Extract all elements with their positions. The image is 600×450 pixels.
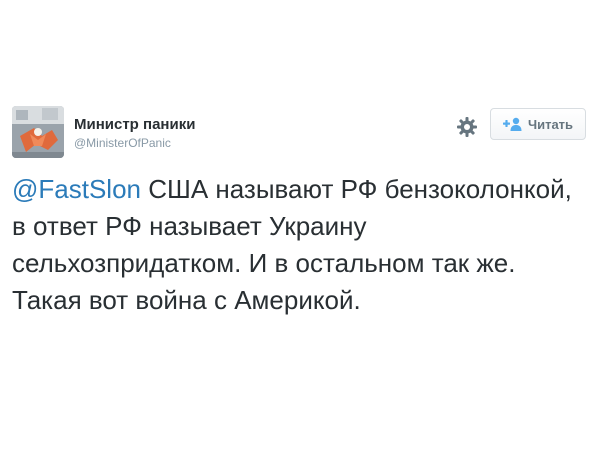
- author-display-name[interactable]: Министр паники: [74, 115, 195, 134]
- author-screen-name[interactable]: @MinisterOfPanic: [74, 135, 195, 151]
- tweet-header: Министр паники @MinisterOfPanic Читать: [12, 106, 588, 166]
- tweet-text: @FastSlon США называют РФ бензоколонкой,…: [12, 171, 582, 319]
- add-user-icon: [502, 117, 523, 131]
- gear-icon[interactable]: [456, 116, 478, 138]
- follow-button-label: Читать: [527, 116, 574, 132]
- follow-button[interactable]: Читать: [490, 108, 586, 140]
- avatar[interactable]: [12, 106, 64, 158]
- tweet-mention-link[interactable]: @FastSlon: [12, 174, 141, 204]
- author-info[interactable]: Министр паники @MinisterOfPanic: [74, 115, 195, 151]
- avatar-image: [12, 106, 64, 158]
